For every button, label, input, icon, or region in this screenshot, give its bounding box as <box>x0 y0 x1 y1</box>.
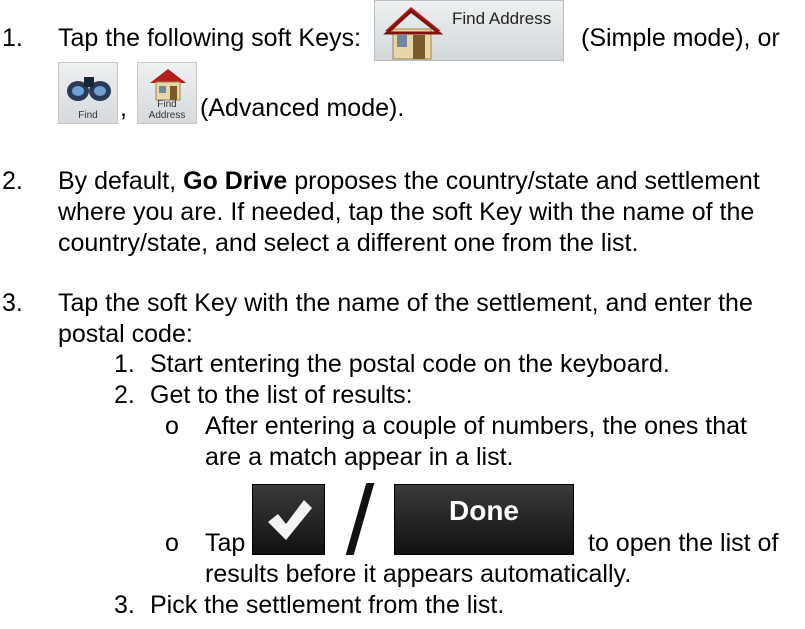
find-address-label: Find Address <box>452 9 552 28</box>
bullet-a-line-2: are a match appear in a list. <box>205 443 514 471</box>
bullet-a-line-1: After entering a couple of numbers, the … <box>205 412 748 440</box>
bullet-marker: o <box>165 529 179 557</box>
brand-name: Go Drive <box>183 167 288 195</box>
find-soft-key[interactable]: Find <box>58 62 118 124</box>
step-1-number: 1. <box>2 24 23 52</box>
step-2-number: 2. <box>2 167 23 195</box>
step-2-line-2: where you are. If needed, tap the soft K… <box>58 198 755 226</box>
step-1-text: Tap the following soft Keys: <box>58 24 361 52</box>
substep-1-text: Start entering the postal code on the ke… <box>150 350 670 378</box>
step-2-line-1: By default, Go Drive proposes the countr… <box>58 167 760 195</box>
bullet-b-line-2: results before it appears automatically. <box>205 560 632 588</box>
simple-mode-text: (Simple mode), or <box>581 24 780 52</box>
slash-separator <box>345 483 375 555</box>
comma-text: , <box>120 94 127 122</box>
checkmark-soft-key[interactable] <box>252 484 325 555</box>
tap-text: Tap <box>205 529 246 557</box>
bullet-marker: o <box>165 412 179 440</box>
done-label: Done <box>449 495 519 526</box>
binoculars-icon <box>67 77 111 101</box>
find-address-small-label: Find Address <box>148 99 186 121</box>
checkmark-icon <box>268 500 312 540</box>
substep-3-text: Pick the settlement from the list. <box>150 591 505 619</box>
step-3-line-2: postal code: <box>58 320 193 348</box>
substep-2-text: Get to the list of results: <box>150 381 413 409</box>
advanced-mode-text: (Advanced mode). <box>200 94 405 122</box>
step-2-line-3: country/state, and select a different on… <box>58 229 639 257</box>
step-3-number: 3. <box>2 289 23 317</box>
done-soft-key[interactable]: Done <box>394 484 574 555</box>
find-address-small-soft-key[interactable]: Find Address <box>137 62 197 124</box>
substep-2-number: 2. <box>114 381 135 409</box>
step-3-line-1: Tap the soft Key with the name of the se… <box>58 289 753 317</box>
find-label: Find <box>78 110 98 121</box>
house-icon <box>150 69 186 101</box>
house-icon <box>383 7 444 60</box>
substep-1-number: 1. <box>114 350 135 378</box>
find-address-soft-key[interactable]: Find Address <box>374 0 564 61</box>
open-list-text: to open the list of <box>588 529 779 557</box>
substep-3-number: 3. <box>114 591 135 619</box>
